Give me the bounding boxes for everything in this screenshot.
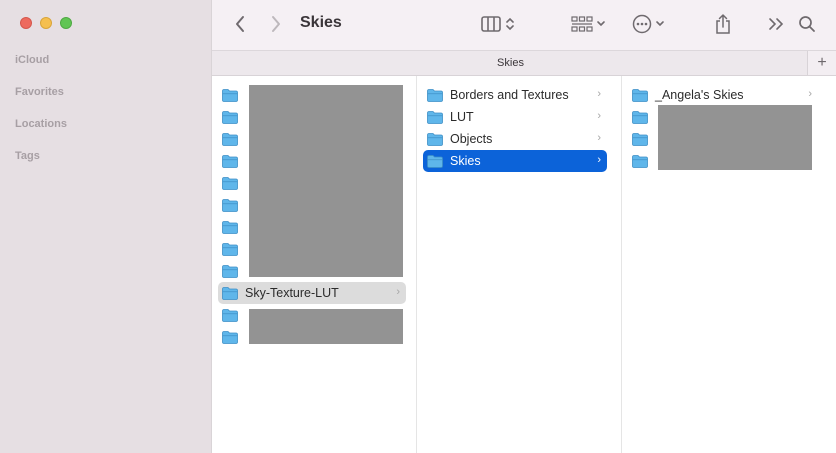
overflow-icon: [769, 18, 784, 30]
forward-chevron-icon: [272, 16, 280, 32]
chevron-right-icon: ›: [597, 88, 601, 100]
back-chevron-icon: [236, 16, 244, 32]
overflow-button[interactable]: [767, 12, 785, 36]
more-actions-icon: [632, 14, 651, 34]
folder-icon: [222, 176, 238, 190]
sidebar-section-favorites[interactable]: Favorites: [15, 86, 64, 98]
sidebar-section-tags[interactable]: Tags: [15, 150, 40, 162]
folder-icon: [222, 88, 238, 102]
more-actions-button[interactable]: [628, 12, 668, 36]
list-item-lut[interactable]: LUT ›: [423, 106, 607, 128]
column-3: _Angela's Skies ›: [622, 76, 836, 453]
list-item-label: LUT: [450, 110, 474, 124]
folder-icon: [632, 88, 648, 102]
folder-icon: [222, 308, 238, 322]
folder-icon: [222, 110, 238, 124]
finder-window: iCloud Favorites Locations Tags Skies Sk…: [0, 0, 836, 453]
close-button[interactable]: [20, 17, 32, 29]
list-item-angelas-skies[interactable]: _Angela's Skies ›: [628, 84, 818, 106]
list-item-label: Borders and Textures: [450, 88, 569, 102]
folder-icon: [222, 286, 238, 300]
tab-skies[interactable]: Skies: [212, 57, 809, 69]
folder-icon: [632, 110, 648, 124]
chevron-right-icon: ›: [597, 132, 601, 144]
share-button[interactable]: [713, 12, 733, 36]
group-icon: [570, 16, 593, 32]
folder-icon: [222, 330, 238, 344]
window-title: Skies: [300, 14, 342, 31]
search-button[interactable]: [797, 12, 817, 36]
list-item-borders-and-textures[interactable]: Borders and Textures ›: [423, 84, 607, 106]
column-1: Sky-Texture-LUT ›: [212, 76, 417, 453]
folder-icon: [632, 132, 648, 146]
column-browser: Sky-Texture-LUT › Borders and Textures ›…: [212, 76, 836, 453]
new-tab-button[interactable]: +: [807, 51, 836, 75]
list-item-skies[interactable]: Skies ›: [423, 150, 607, 172]
folder-icon: [427, 88, 443, 102]
up-down-chevron-icon: [506, 17, 514, 31]
group-button[interactable]: [568, 12, 608, 36]
chevron-right-icon: ›: [597, 110, 601, 122]
zoom-button[interactable]: [60, 17, 72, 29]
back-button[interactable]: [230, 12, 250, 36]
list-item-objects[interactable]: Objects ›: [423, 128, 607, 150]
redacted-block: [249, 85, 403, 277]
column-view-icon: [481, 16, 501, 32]
folder-icon: [222, 154, 238, 168]
folder-icon: [222, 220, 238, 234]
chevron-right-icon: ›: [396, 286, 400, 298]
toolbar: Skies: [212, 0, 836, 50]
share-icon: [716, 13, 730, 34]
folder-icon: [222, 132, 238, 146]
window-controls: [20, 17, 72, 29]
minimize-button[interactable]: [40, 17, 52, 29]
list-item-label: Skies: [450, 154, 481, 168]
list-item-label: _Angela's Skies: [655, 88, 744, 102]
folder-icon: [222, 242, 238, 256]
folder-icon: [427, 110, 443, 124]
sidebar-section-icloud[interactable]: iCloud: [15, 54, 49, 66]
chevron-down-icon: [596, 21, 605, 27]
tab-bar: Skies +: [212, 50, 836, 76]
chevron-down-icon: [655, 21, 664, 27]
redacted-block: [249, 309, 403, 344]
folder-icon: [427, 154, 443, 168]
list-item-sky-texture-lut[interactable]: Sky-Texture-LUT ›: [218, 282, 406, 304]
view-mode-button[interactable]: [478, 12, 518, 36]
forward-button[interactable]: [266, 12, 286, 36]
chevron-right-icon: ›: [808, 88, 812, 100]
sidebar: iCloud Favorites Locations Tags: [0, 0, 212, 453]
list-item-label: Objects: [450, 132, 493, 146]
folder-icon: [222, 198, 238, 212]
redacted-block: [658, 105, 812, 170]
sidebar-section-locations[interactable]: Locations: [15, 118, 67, 130]
folder-icon: [632, 154, 648, 168]
list-item-label: Sky-Texture-LUT: [245, 286, 339, 300]
folder-icon: [222, 264, 238, 278]
folder-icon: [427, 132, 443, 146]
chevron-right-icon: ›: [597, 154, 601, 166]
column-2: Borders and Textures › LUT › Objects › S…: [417, 76, 622, 453]
search-icon: [799, 16, 815, 32]
